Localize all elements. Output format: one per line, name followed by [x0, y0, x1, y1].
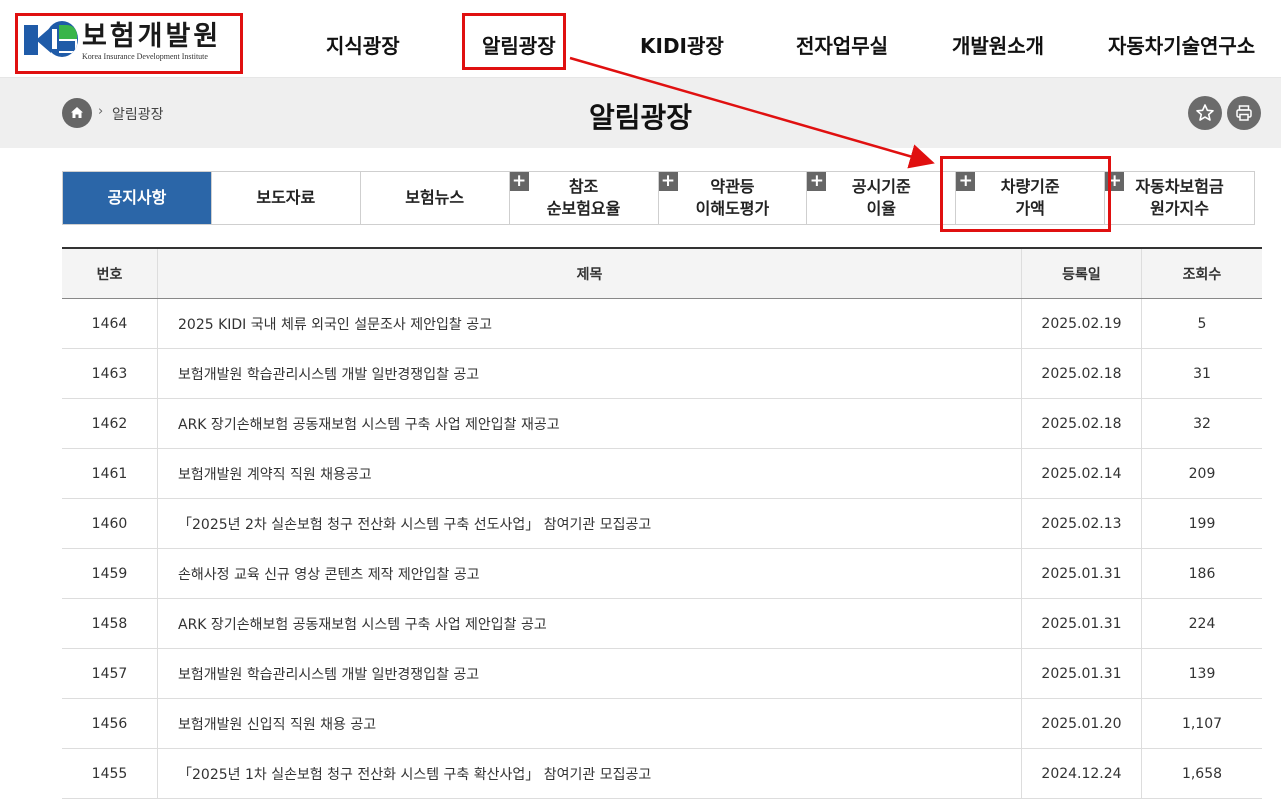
- logo-english-name: Korea Insurance Development Institute: [82, 52, 208, 61]
- row-views: 224: [1188, 615, 1216, 632]
- print-icon[interactable]: [1227, 96, 1261, 130]
- header-number: 번호: [62, 249, 158, 298]
- row-title-link[interactable]: 보험개발원 신입직 직원 채용 공고: [158, 699, 1022, 748]
- row-title-link[interactable]: 보험개발원 학습관리시스템 개발 일반경쟁입찰 공고: [158, 349, 1022, 398]
- plus-icon: +: [956, 172, 976, 191]
- logo-korean-name: 보험개발원: [82, 21, 222, 52]
- table-row[interactable]: 1460 「2025년 2차 실손보험 청구 전산화 시스템 구축 선도사업」 참…: [62, 499, 1262, 549]
- row-date: 2025.02.13: [1022, 499, 1142, 548]
- plus-icon: +: [658, 172, 678, 191]
- tab-disclosure-rate[interactable]: + 공시기준이율: [807, 172, 957, 224]
- tab-insurance-news[interactable]: 보험뉴스: [361, 172, 510, 224]
- tab-notices[interactable]: 공지사항: [63, 172, 212, 224]
- row-title-link[interactable]: ARK 장기손해보험 공동재보험 시스템 구축 사업 제안입찰 공고: [158, 599, 1022, 648]
- row-views: 209: [1188, 465, 1216, 482]
- notice-table-body: 1464 2025 KIDI 국내 체류 외국인 설문조사 제안입찰 공고 2025…: [62, 299, 1262, 799]
- row-number: 1461: [62, 449, 158, 498]
- header-views: 조회수: [1182, 266, 1222, 283]
- tab-label: 보험뉴스: [405, 188, 465, 207]
- table-row[interactable]: 1461 보험개발원 계약직 직원 채용공고 2025.02.14 209: [62, 449, 1262, 499]
- row-title-link[interactable]: 손해사정 교육 신규 영상 콘텐츠 제작 제안입찰 공고: [158, 549, 1022, 598]
- row-views: 31: [1193, 365, 1211, 382]
- plus-icon: +: [807, 172, 827, 191]
- table-row[interactable]: 1457 보험개발원 학습관리시스템 개발 일반경쟁입찰 공고 2025.01.31…: [62, 649, 1262, 699]
- tab-label-line1: 약관등: [710, 177, 755, 196]
- row-number: 1460: [62, 499, 158, 548]
- row-date: 2025.01.31: [1022, 549, 1142, 598]
- row-title-link[interactable]: 2025 KIDI 국내 체류 외국인 설문조사 제안입찰 공고: [158, 299, 1022, 348]
- row-views: 1,107: [1181, 715, 1223, 732]
- nav-about[interactable]: 개발원소개: [952, 30, 1044, 59]
- header-title: 제목: [158, 249, 1022, 298]
- row-views: 1,658: [1181, 765, 1223, 782]
- row-date: 2025.02.18: [1022, 399, 1142, 448]
- tab-vehicle-base-value[interactable]: + 차량기준가액: [956, 172, 1106, 224]
- row-title-link[interactable]: 「2025년 1차 실손보험 청구 전산화 시스템 구축 확산사업」 참여기관 …: [158, 749, 1022, 798]
- row-views: 5: [1197, 315, 1207, 332]
- row-number: 1462: [62, 399, 158, 448]
- site-header: 보험개발원 Korea Insurance Development Instit…: [0, 0, 1281, 78]
- row-date: 2025.02.14: [1022, 449, 1142, 498]
- tab-label-line2: 이해도평가: [695, 199, 770, 218]
- row-number: 1456: [62, 699, 158, 748]
- nav-notice-plaza[interactable]: 알림광장: [482, 30, 556, 59]
- tab-label: 공지사항: [107, 188, 167, 207]
- row-number: 1457: [62, 649, 158, 698]
- tab-label-line2: 순보험요율: [546, 199, 621, 218]
- nav-auto-tech-institute[interactable]: 자동차기술연구소: [1108, 30, 1255, 59]
- tab-label-line1: 공시기준: [851, 177, 911, 196]
- row-number: 1464: [62, 299, 158, 348]
- plus-icon: +: [509, 172, 529, 191]
- table-row[interactable]: 1464 2025 KIDI 국내 체류 외국인 설문조사 제안입찰 공고 2025…: [62, 299, 1262, 349]
- row-number: 1459: [62, 549, 158, 598]
- row-title-link[interactable]: 보험개발원 계약직 직원 채용공고: [158, 449, 1022, 498]
- row-date: 2025.01.20: [1022, 699, 1142, 748]
- site-logo[interactable]: 보험개발원 Korea Insurance Development Instit…: [24, 18, 234, 66]
- table-row[interactable]: 1462 ARK 장기손해보험 공동재보험 시스템 구축 사업 제안입찰 재공고 2…: [62, 399, 1262, 449]
- row-number: 1458: [62, 599, 158, 648]
- tab-label-line1: 차량기준: [1000, 177, 1060, 196]
- table-row[interactable]: 1463 보험개발원 학습관리시스템 개발 일반경쟁입찰 공고 2025.02.18…: [62, 349, 1262, 399]
- tab-label-line2: 가액: [1015, 199, 1045, 218]
- nav-kidi-plaza[interactable]: KIDI광장: [640, 30, 724, 59]
- table-row[interactable]: 1459 손해사정 교육 신규 영상 콘텐츠 제작 제안입찰 공고 2025.01.…: [62, 549, 1262, 599]
- nav-knowledge-plaza[interactable]: 지식광장: [326, 30, 400, 59]
- tab-label-line2: 원가지수: [1150, 199, 1209, 218]
- row-number: 1455: [62, 749, 158, 798]
- row-title-link[interactable]: 「2025년 2차 실손보험 청구 전산화 시스템 구축 선도사업」 참여기관 …: [158, 499, 1022, 548]
- notice-tab-bar: 공지사항 보도자료 보험뉴스 + 참조순보험요율 + 약관등이해도평가 + 공시…: [62, 171, 1255, 225]
- nav-e-office[interactable]: 전자업무실: [796, 30, 888, 59]
- row-date: 2025.02.18: [1022, 349, 1142, 398]
- tab-label-line2: 이율: [866, 199, 897, 218]
- row-title-link[interactable]: ARK 장기손해보험 공동재보험 시스템 구축 사업 제안입찰 재공고: [158, 399, 1022, 448]
- row-views: 186: [1188, 565, 1216, 582]
- row-date: 2025.01.31: [1022, 649, 1142, 698]
- row-title-link[interactable]: 보험개발원 학습관리시스템 개발 일반경쟁입찰 공고: [158, 649, 1022, 698]
- table-row[interactable]: 1458 ARK 장기손해보험 공동재보험 시스템 구축 사업 제안입찰 공고 20…: [62, 599, 1262, 649]
- tab-press-releases[interactable]: 보도자료: [212, 172, 361, 224]
- tab-label-line1: 자동차보험금: [1135, 177, 1224, 196]
- row-views: 32: [1193, 415, 1211, 432]
- row-date: 2025.01.31: [1022, 599, 1142, 648]
- row-date: 2025.02.19: [1022, 299, 1142, 348]
- row-date: 2024.12.24: [1022, 749, 1142, 798]
- tab-terms-readability[interactable]: + 약관등이해도평가: [658, 172, 808, 224]
- header-date: 등록일: [1022, 249, 1142, 298]
- kidi-logo-icon: [24, 21, 78, 63]
- table-row[interactable]: 1455 「2025년 1차 실손보험 청구 전산화 시스템 구축 확산사업」 참…: [62, 749, 1262, 799]
- row-number: 1463: [62, 349, 158, 398]
- tab-reference-pure-rates[interactable]: + 참조순보험요율: [509, 172, 659, 224]
- tab-label: 보도자료: [256, 188, 316, 207]
- row-views: 139: [1188, 665, 1216, 682]
- tab-label-line1: 참조: [568, 177, 599, 196]
- notice-table-header: 번호 제목 등록일 조회수: [62, 247, 1262, 299]
- star-icon[interactable]: [1188, 96, 1222, 130]
- table-row[interactable]: 1456 보험개발원 신입직 직원 채용 공고 2025.01.20 1,107: [62, 699, 1262, 749]
- plus-icon: +: [1105, 172, 1125, 191]
- row-views: 199: [1188, 515, 1216, 532]
- page-title: 알림광장: [588, 101, 693, 134]
- tab-auto-claim-cost-index[interactable]: + 자동차보험금원가지수: [1105, 172, 1254, 224]
